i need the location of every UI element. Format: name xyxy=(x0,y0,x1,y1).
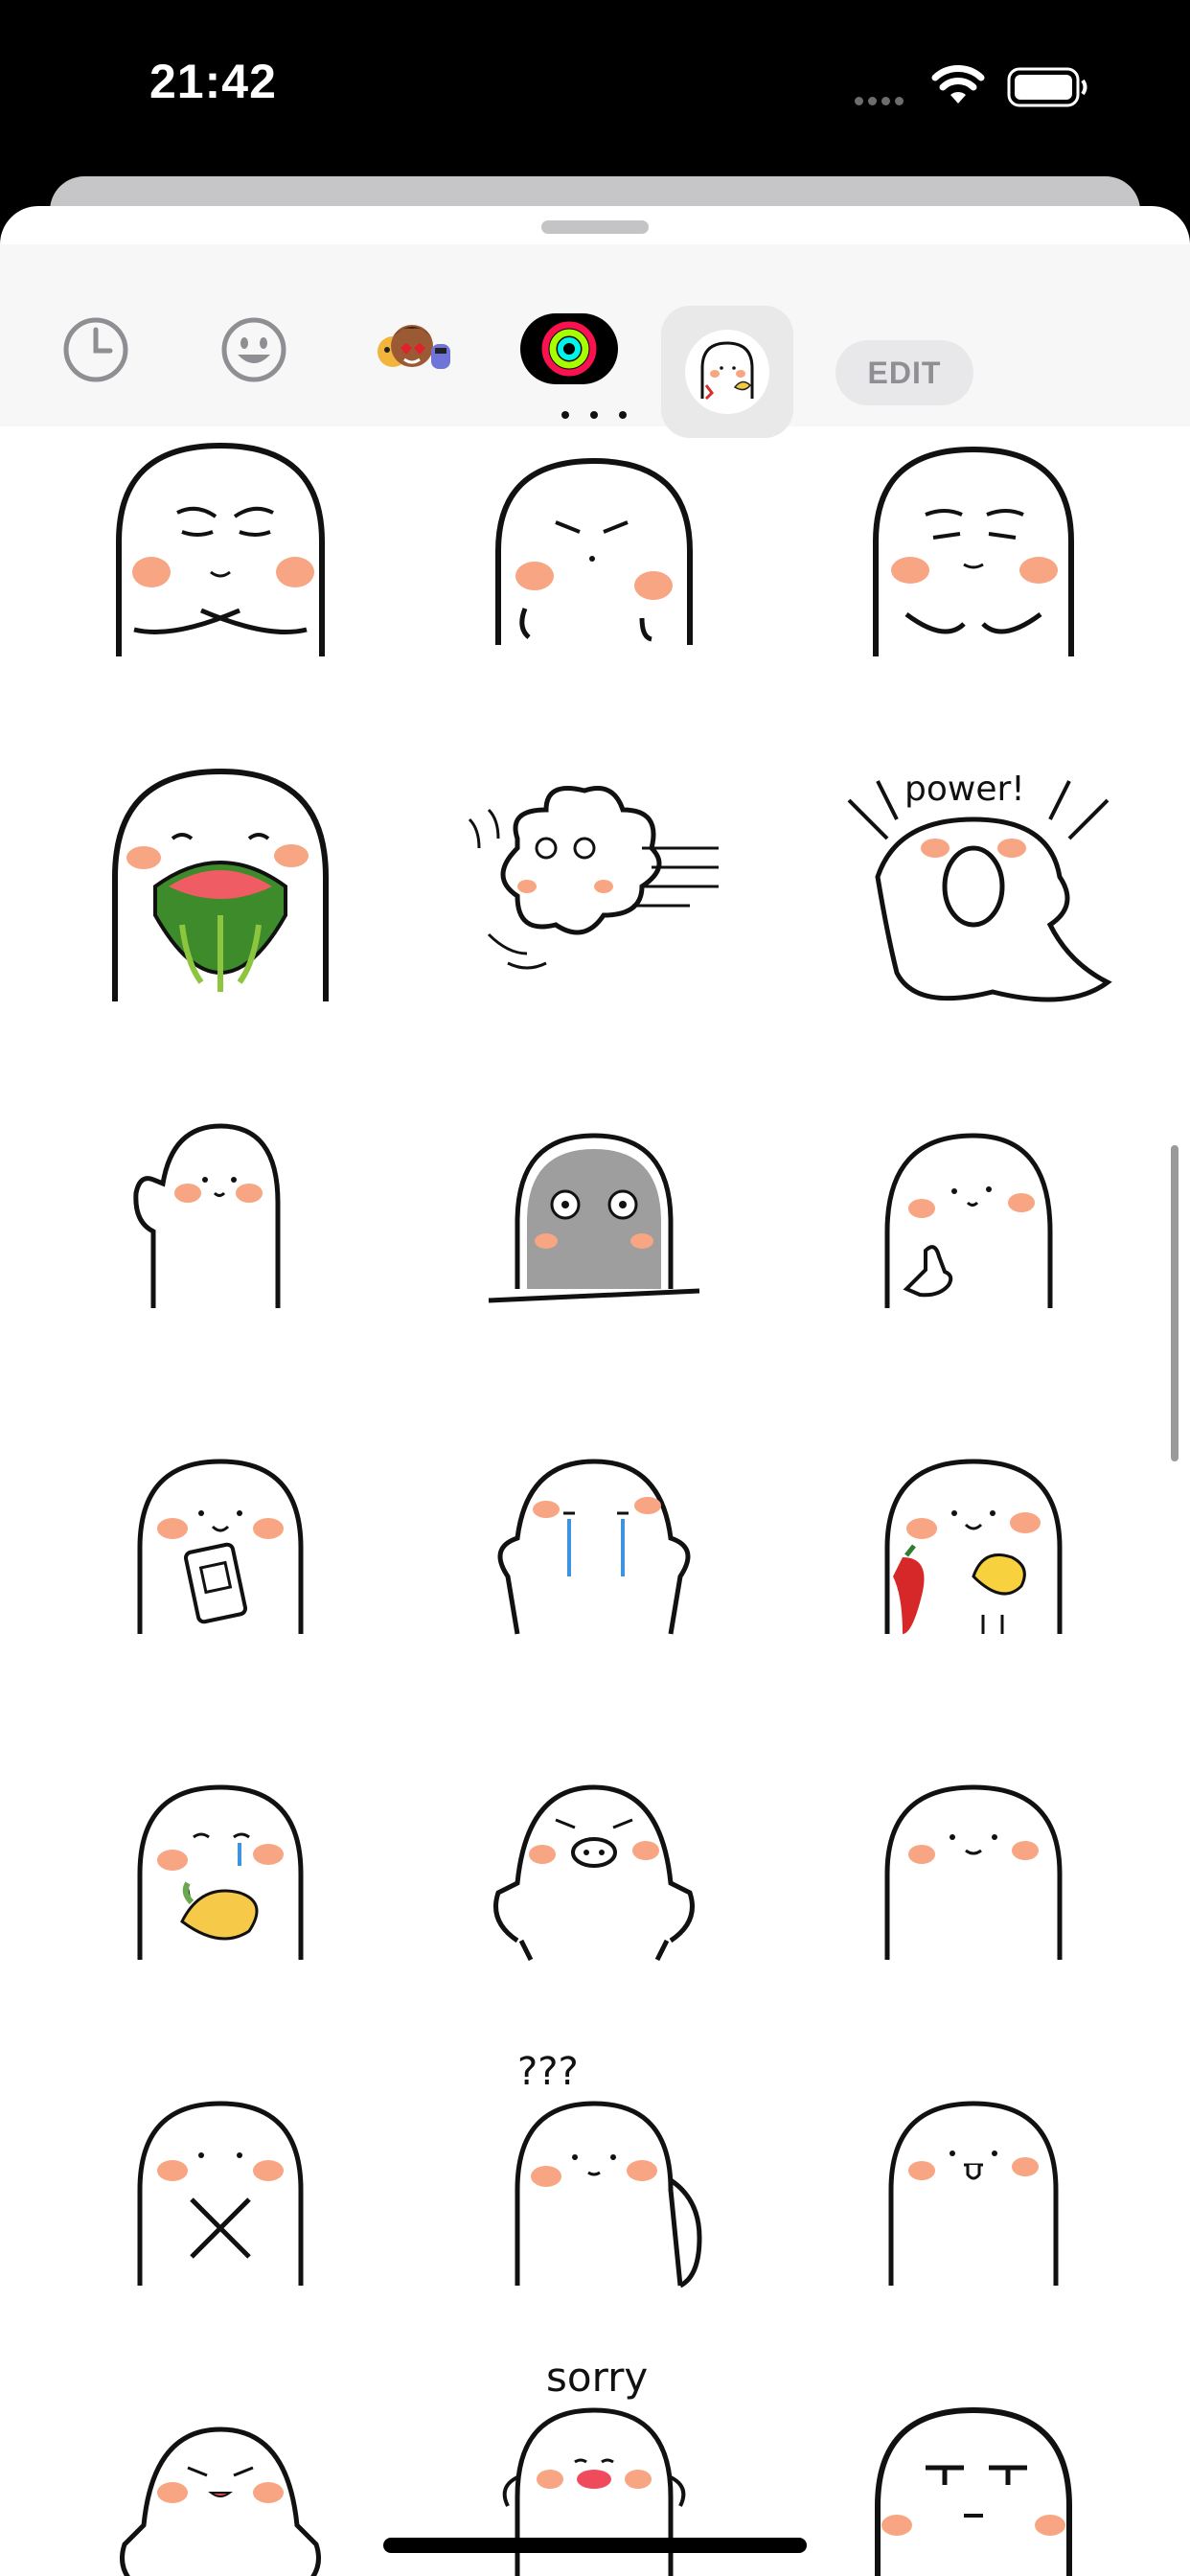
activity-stickers-button[interactable] xyxy=(520,313,618,384)
sticker-peek-gray[interactable] xyxy=(450,1078,738,1366)
sticker-thinking-dots[interactable] xyxy=(450,407,738,695)
sticker-crying[interactable] xyxy=(450,1404,738,1691)
sticker-calm-hug[interactable] xyxy=(830,407,1117,695)
sticker-cross-arms[interactable] xyxy=(77,2046,364,2334)
sticker-power[interactable]: power! xyxy=(830,743,1117,1030)
battery-icon xyxy=(1007,67,1089,112)
sticker-watermelon[interactable] xyxy=(77,743,364,1030)
home-indicator[interactable] xyxy=(383,2538,807,2553)
smiley-face-icon xyxy=(221,317,286,382)
memoji-stickers-icon xyxy=(378,325,450,369)
sticker-hug-smirk[interactable] xyxy=(77,407,364,695)
sticker-bird-chili[interactable] xyxy=(830,1404,1117,1691)
edit-button[interactable]: EDIT xyxy=(835,340,973,405)
power-text: power! xyxy=(904,770,1025,809)
sticker-dash[interactable] xyxy=(450,743,738,1030)
sticker-lemon-cry[interactable] xyxy=(77,1730,364,2017)
ghost-sticker-pack-icon xyxy=(685,330,769,414)
scroll-indicator[interactable] xyxy=(1171,1145,1179,1461)
clock-icon xyxy=(63,317,128,382)
sticker-wave[interactable] xyxy=(77,1078,364,1366)
sticker-keyboard-sheet: EDIT power! ??? sorry xyxy=(0,206,1190,2576)
status-bar: 21:42 xyxy=(0,0,1190,163)
recent-button[interactable] xyxy=(57,311,134,388)
memoji-button[interactable] xyxy=(364,307,460,393)
sticker-phone-scan[interactable] xyxy=(77,1404,364,1691)
sticker-stern[interactable] xyxy=(830,2353,1117,2576)
cellular-signal-icon xyxy=(855,93,908,110)
sticker-pig-nose[interactable] xyxy=(450,1730,738,2017)
sticker-confused[interactable]: ??? xyxy=(450,2046,738,2334)
wifi-icon xyxy=(931,65,985,110)
sorry-text: sorry xyxy=(546,2354,648,2401)
sticker-hands-hips[interactable] xyxy=(77,2353,364,2576)
sticker-grid: power! ??? sorry xyxy=(0,411,1190,2576)
sticker-toolbar: EDIT xyxy=(0,244,1190,438)
sticker-content[interactable] xyxy=(830,1730,1117,2017)
question-marks: ??? xyxy=(517,2050,579,2094)
sticker-tongue[interactable] xyxy=(830,2046,1117,2334)
emoji-button[interactable] xyxy=(216,311,292,388)
sticker-thumbs-up[interactable] xyxy=(830,1078,1117,1366)
activity-rings-icon xyxy=(541,321,597,377)
sheet-grabber[interactable] xyxy=(541,220,649,234)
status-time: 21:42 xyxy=(149,55,277,108)
